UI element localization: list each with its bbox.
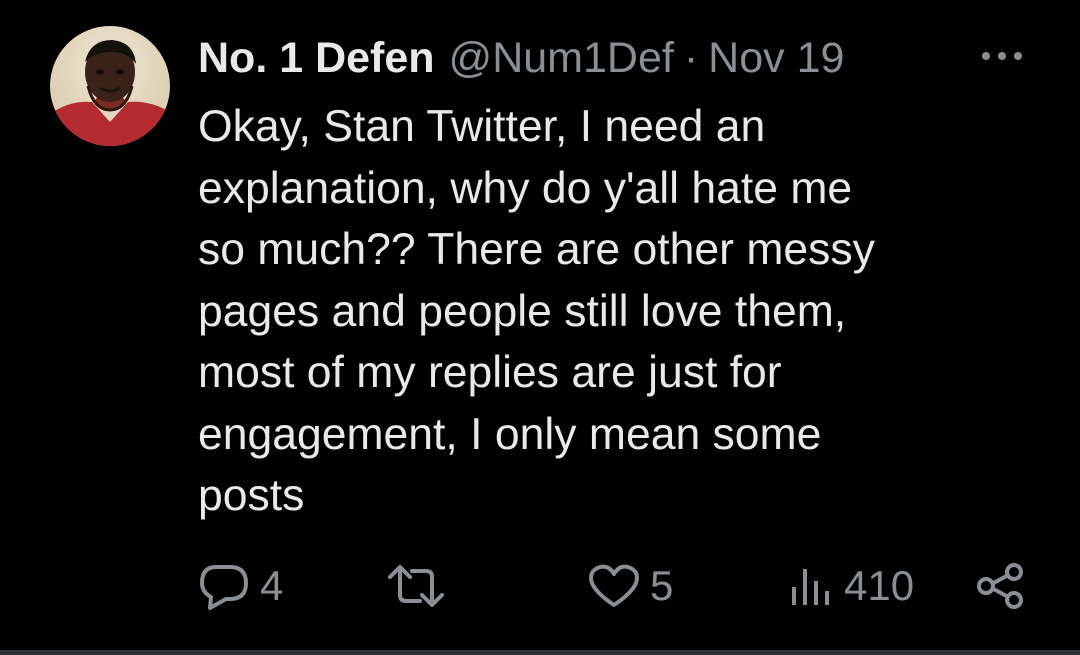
tweet-text: Okay, Stan Twitter, I need an explanatio… xyxy=(198,96,1028,527)
ellipsis-icon xyxy=(982,52,1022,60)
share-button[interactable] xyxy=(974,558,1026,614)
tweet-text-line: most of my replies are just for xyxy=(198,348,782,397)
header-separator: · xyxy=(683,33,699,82)
tweet-text-line: engagement, I only mean some xyxy=(198,409,822,459)
retweet-icon xyxy=(388,565,444,607)
tweet-text-line: Okay, Stan Twitter, I need an xyxy=(198,102,766,151)
tweet-action-bar: 4 5 410 xyxy=(196,558,1036,614)
tweet-divider xyxy=(0,650,1080,655)
share-nodes-icon xyxy=(977,563,1023,609)
views-button[interactable]: 410 xyxy=(786,558,914,614)
reply-bubble-icon xyxy=(200,565,248,610)
views-bar-chart-icon xyxy=(792,569,829,605)
like-button[interactable]: 5 xyxy=(586,558,673,614)
reply-count: 4 xyxy=(260,562,284,609)
tweet-card[interactable]: No. 1 Defen @Num1Def · Nov 19 Okay, Stan… xyxy=(0,0,1080,655)
author-handle[interactable]: @Num1Def xyxy=(449,34,674,83)
tweet-text-line: so much?? There are other messy xyxy=(198,225,875,274)
like-count: 5 xyxy=(650,562,674,609)
author-display-name[interactable]: No. 1 Defen xyxy=(198,34,435,83)
user-avatar-icon xyxy=(50,26,170,146)
tweet-timestamp[interactable]: Nov 19 xyxy=(708,34,844,83)
tweet-header: No. 1 Defen @Num1Def · Nov 19 xyxy=(198,30,844,86)
tweet-text-line: pages and people still love them, xyxy=(198,286,847,336)
reply-button[interactable]: 4 xyxy=(196,558,283,614)
more-options-button[interactable] xyxy=(978,36,1028,76)
tweet-text-line: explanation, why do y'all hate me xyxy=(198,163,853,213)
author-avatar[interactable] xyxy=(50,26,170,146)
heart-icon xyxy=(589,564,639,607)
retweet-button[interactable] xyxy=(384,558,456,614)
tweet-text-line: posts xyxy=(198,471,305,520)
views-count: 410 xyxy=(844,562,915,609)
